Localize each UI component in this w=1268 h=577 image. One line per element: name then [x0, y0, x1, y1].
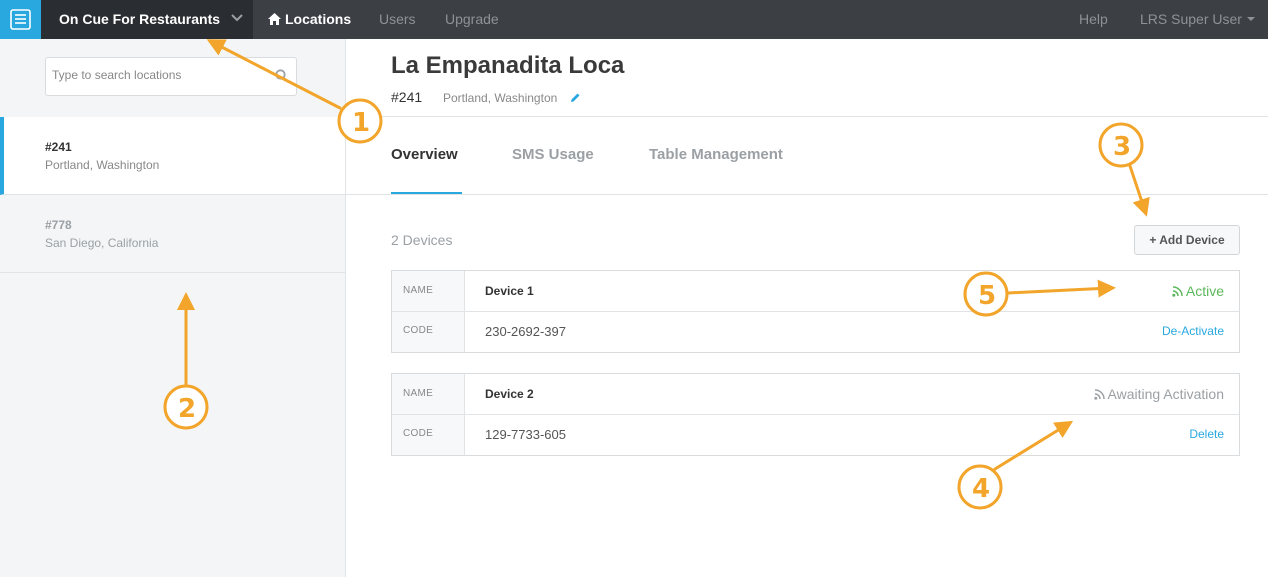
name-label: NAME — [403, 388, 434, 399]
nav-locations[interactable]: Locations — [268, 11, 351, 27]
location-item-778[interactable]: #778 San Diego, California — [0, 195, 345, 273]
status-text: Awaiting Activation — [1107, 386, 1224, 402]
deactivate-link[interactable]: De-Activate — [1162, 324, 1224, 338]
nav-users[interactable]: Users — [379, 11, 416, 27]
device-count: 2 Devices — [391, 232, 453, 248]
search-input[interactable] — [52, 68, 262, 82]
location-number-header: #241 — [391, 89, 423, 105]
device-name: Device 2 — [485, 387, 534, 401]
status-badge: Awaiting Activation — [1093, 386, 1224, 402]
app-switcher[interactable]: On Cue For Restaurants — [41, 0, 253, 39]
app-name: On Cue For Restaurants — [59, 11, 221, 27]
status-badge: Active — [1172, 283, 1224, 299]
callout-3-arrow — [1128, 164, 1150, 217]
add-device-button[interactable]: + Add Device — [1134, 225, 1240, 255]
user-menu[interactable]: LRS Super User — [1140, 11, 1255, 27]
code-label: CODE — [403, 428, 434, 439]
row-divider — [392, 414, 1239, 415]
search-box — [45, 57, 297, 96]
nav-help[interactable]: Help — [1079, 11, 1108, 27]
search-icon — [275, 69, 289, 83]
tab-overview[interactable]: Overview — [391, 146, 458, 163]
callout-4-circle — [957, 464, 1003, 510]
signal-feed-icon — [1093, 389, 1105, 400]
signal-feed-icon — [1172, 286, 1183, 297]
callout-3-circle — [1098, 122, 1144, 168]
header-divider — [346, 116, 1268, 117]
menu-list-icon — [10, 9, 31, 30]
tabs-divider — [346, 194, 1268, 195]
name-label: NAME — [403, 285, 434, 296]
location-place: Portland, Washington — [45, 158, 160, 172]
callout-1-label: 1 — [352, 108, 370, 138]
device-card-1: NAME CODE Device 1 230-2692-397 Active D… — [391, 270, 1240, 353]
location-place: San Diego, California — [45, 236, 159, 250]
status-text: Active — [1185, 283, 1224, 299]
top-nav-bar: On Cue For Restaurants Locations Users U… — [0, 0, 1268, 39]
code-label: CODE — [403, 325, 434, 336]
callout-4-label: 4 — [972, 474, 990, 504]
location-item-241[interactable]: #241 Portland, Washington — [0, 117, 345, 195]
tab-table-management[interactable]: Table Management — [649, 146, 783, 163]
nav-upgrade[interactable]: Upgrade — [445, 11, 499, 27]
location-number: #241 — [45, 140, 72, 154]
device-code: 230-2692-397 — [485, 324, 566, 339]
pencil-icon[interactable] — [570, 92, 581, 103]
tab-sms-usage[interactable]: SMS Usage — [512, 146, 594, 163]
app-logo[interactable] — [0, 0, 41, 39]
delete-link[interactable]: Delete — [1189, 427, 1224, 441]
location-place-header: Portland, Washington — [443, 91, 558, 105]
location-number: #778 — [45, 218, 72, 232]
page-title: La Empanadita Loca — [391, 52, 625, 79]
nav-locations-label: Locations — [285, 11, 352, 27]
home-icon — [268, 13, 281, 25]
device-name: Device 1 — [485, 284, 534, 298]
locations-sidebar: #241 Portland, Washington #778 San Diego… — [0, 39, 346, 577]
user-name: LRS Super User — [1140, 11, 1242, 27]
device-code: 129-7733-605 — [485, 427, 566, 442]
row-divider — [392, 311, 1239, 312]
callout-3-label: 3 — [1113, 132, 1131, 162]
caret-down-icon — [1246, 17, 1255, 21]
device-card-2: NAME CODE Device 2 129-7733-605 Awaiting… — [391, 373, 1240, 456]
chevron-down-icon — [231, 14, 243, 22]
